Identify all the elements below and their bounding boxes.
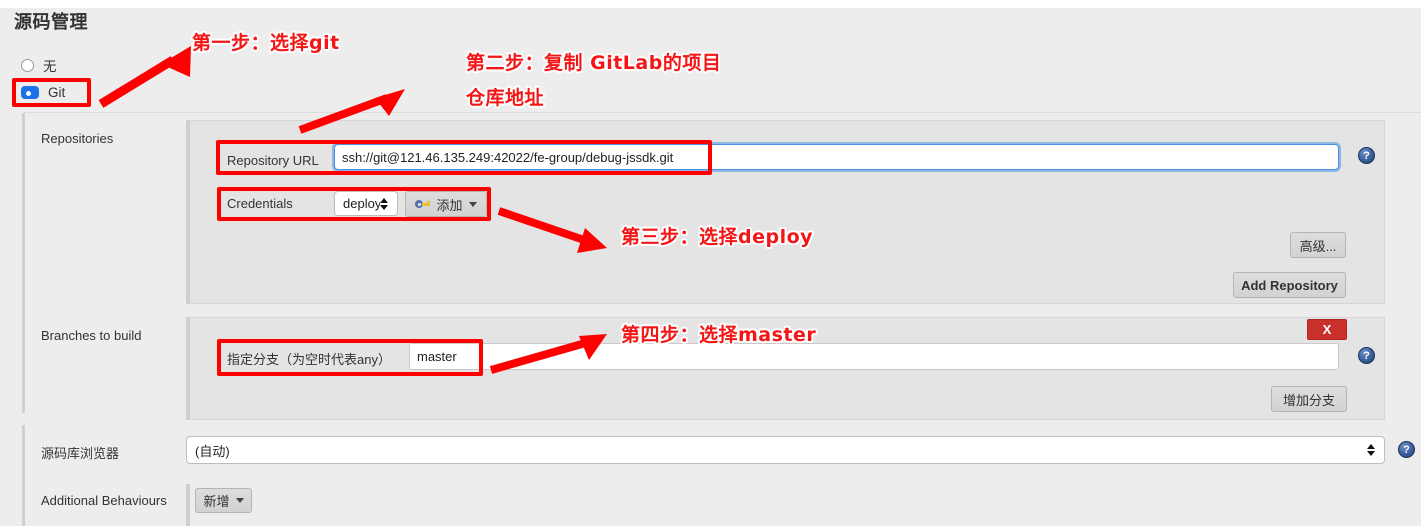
source-browser-label: 源码库浏览器	[41, 446, 120, 461]
delete-branch-button[interactable]: X	[1307, 319, 1347, 340]
annotation-step1: 第一步：选择git	[192, 32, 340, 54]
annotation-step3: 第三步：选择deploy	[621, 226, 814, 248]
annotation-step4: 第四步：选择master	[621, 324, 817, 346]
additional-panel-rail	[186, 484, 190, 526]
scm-option-git[interactable]: Git	[21, 85, 65, 100]
repositories-panel-rail	[186, 120, 190, 304]
add-repository-button-label: Add Repository	[1241, 277, 1338, 293]
annotation-step2: 第二步：复制 GitLab的项目	[466, 52, 722, 74]
add-branch-button-label: 增加分支	[1282, 392, 1335, 408]
branch-specifier-label: 指定分支（为空时代表any）	[227, 352, 391, 367]
scm-option-none-label: 无	[43, 59, 57, 74]
chevron-down-icon-behaviour	[235, 498, 244, 503]
advanced-button[interactable]: 高级...	[1290, 232, 1346, 258]
repositories-label: Repositories	[41, 131, 114, 146]
divider-line	[24, 112, 1421, 113]
branch-specifier-input[interactable]	[409, 343, 1339, 370]
branches-panel-rail	[186, 317, 190, 420]
radio-git[interactable]	[21, 86, 39, 99]
scm-config-page: 源码管理 无 Git Repositories Repository URL ?…	[0, 0, 1421, 526]
advanced-button-label: 高级...	[1299, 238, 1337, 254]
page-title: 源码管理	[14, 12, 88, 32]
credentials-select-value: deploy	[343, 196, 380, 211]
annotation-step2b: 仓库地址	[466, 87, 545, 109]
source-browser-select[interactable]: (自动)	[186, 436, 1385, 464]
help-icon-branches[interactable]: ?	[1358, 347, 1375, 364]
scm-option-none[interactable]: 无	[21, 55, 57, 75]
help-icon-source-browser[interactable]: ?	[1398, 441, 1415, 458]
credentials-select[interactable]: deploy	[334, 191, 398, 216]
repository-url-input[interactable]	[334, 144, 1339, 170]
source-browser-value: (自动)	[195, 443, 230, 459]
repository-url-label: Repository URL	[227, 153, 319, 168]
top-white-strip	[0, 0, 1421, 8]
key-icon	[415, 199, 431, 209]
credentials-label: Credentials	[227, 196, 293, 211]
left-rail-repositories	[22, 113, 25, 413]
add-credentials-button[interactable]: 添加	[405, 191, 487, 217]
left-rail-bottom	[22, 425, 25, 526]
chevron-updown-icon-browser	[1367, 443, 1376, 457]
branches-label: Branches to build	[41, 328, 142, 343]
add-behaviour-button[interactable]: 新增	[195, 488, 252, 513]
add-behaviour-button-label: 新增	[203, 494, 230, 509]
radio-none[interactable]	[21, 58, 34, 72]
add-credentials-label: 添加	[436, 197, 463, 213]
add-branch-button[interactable]: 增加分支	[1271, 386, 1347, 412]
chevron-updown-icon	[380, 197, 389, 211]
additional-behaviours-label: Additional Behaviours	[41, 493, 167, 508]
help-icon-repository-url[interactable]: ?	[1358, 147, 1375, 164]
chevron-down-icon	[468, 201, 477, 207]
add-repository-button[interactable]: Add Repository	[1233, 272, 1346, 298]
scm-option-git-label: Git	[48, 85, 66, 100]
